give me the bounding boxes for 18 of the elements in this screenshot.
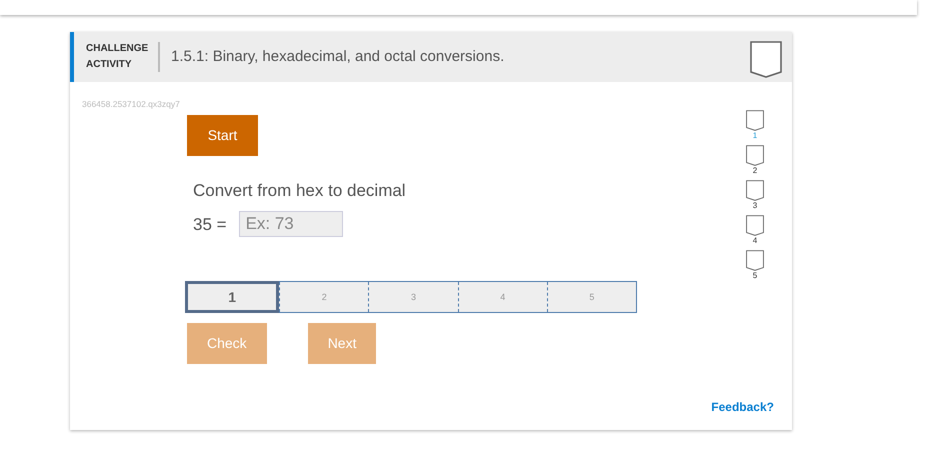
level-number: 5 [752, 271, 758, 281]
level-number: 1 [752, 131, 758, 141]
level-tab[interactable]: 1 [185, 281, 280, 314]
answer-field[interactable]: Ex: 73 [238, 211, 343, 238]
level-number: 2 [752, 166, 758, 176]
level-tab[interactable]: 5 [546, 282, 636, 312]
start-button[interactable]: Start [187, 114, 258, 156]
activity-title: 1.5.1: Binary, hexadecimal, and octal conversions. [171, 46, 506, 67]
question-expression: 35 = [193, 214, 227, 236]
question-prompt: Convert from hex to decimal [193, 180, 407, 202]
level-number: 3 [752, 201, 758, 211]
level-number: 4 [752, 236, 758, 246]
activity-id: 366458.2537102.qx3zqy7 [82, 98, 181, 111]
level-tab[interactable]: 4 [458, 282, 547, 312]
level-tab[interactable]: 3 [368, 282, 458, 312]
activity-type-label: CHALLENGE ACTIVITY [86, 42, 150, 72]
level-tab[interactable]: 2 [279, 282, 368, 312]
feedback-link[interactable]: Feedback? [711, 398, 774, 416]
